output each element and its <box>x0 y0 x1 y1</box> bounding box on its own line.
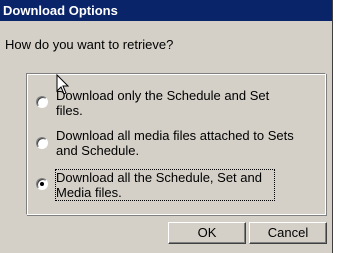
radio-all-files[interactable] <box>36 178 48 190</box>
radio-schedule-and-set[interactable] <box>36 96 48 108</box>
cancel-button[interactable]: Cancel <box>249 222 327 244</box>
option-label-all-files[interactable]: Download all the Schedule, Set and Media… <box>55 169 275 201</box>
download-options-dialog: Download Options How do you want to retr… <box>0 0 333 253</box>
mouse-pointer-icon <box>56 74 70 95</box>
dialog-title-bar[interactable]: Download Options <box>0 0 332 21</box>
option-label-schedule-and-set[interactable]: Download only the Schedule and Set files… <box>56 88 296 118</box>
radio-media-files[interactable] <box>36 137 48 149</box>
option-label-media-files[interactable]: Download all media files attached to Set… <box>56 128 296 158</box>
dialog-title: Download Options <box>3 3 118 18</box>
retrieve-prompt: How do you want to retrieve? <box>5 37 174 52</box>
ok-button[interactable]: OK <box>168 222 246 244</box>
